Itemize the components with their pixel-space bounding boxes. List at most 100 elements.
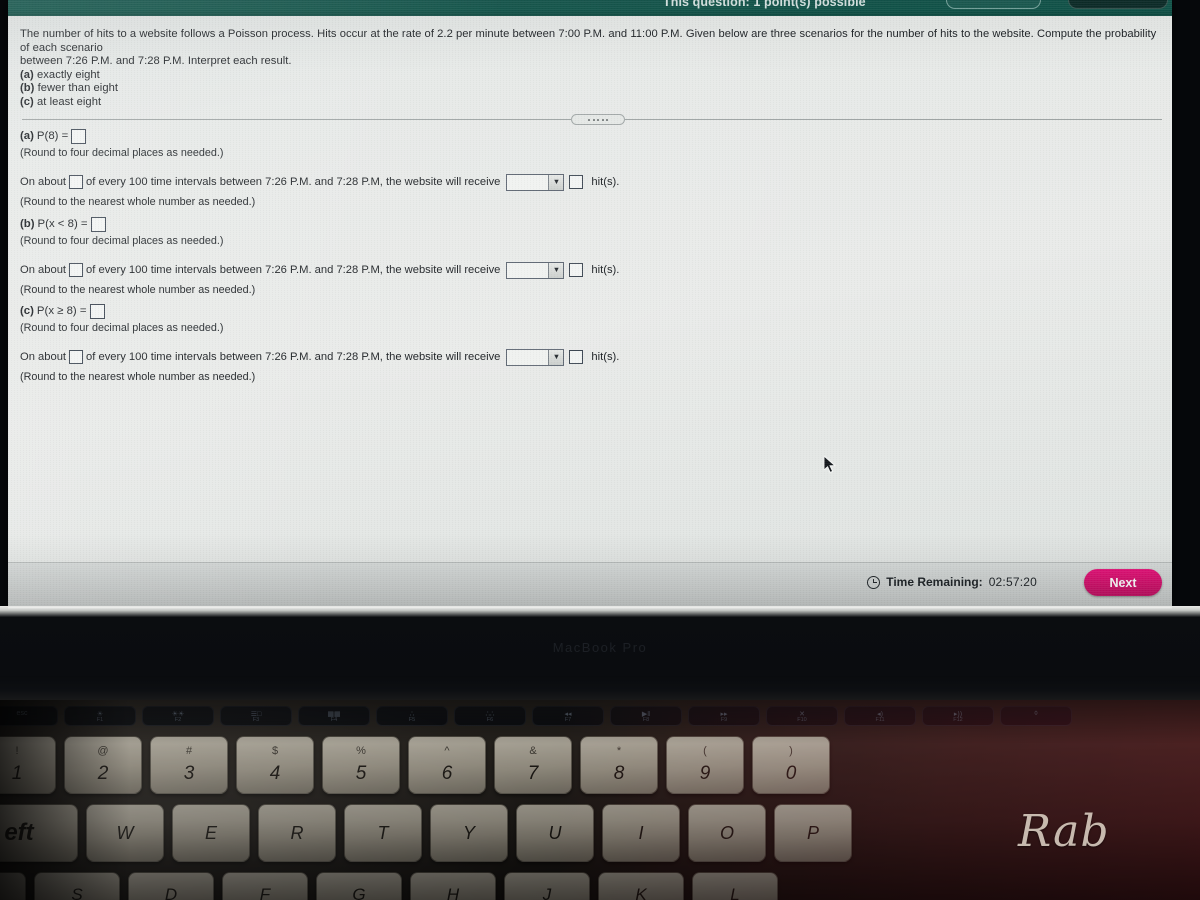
chevron-down-icon[interactable]: ▼ (548, 262, 564, 278)
scenario-c-label: (c) (20, 95, 34, 108)
key-6[interactable]: ^ 6 (408, 736, 486, 794)
key-⌽[interactable]: ⌽ (1000, 706, 1072, 726)
key-h[interactable]: H (410, 872, 496, 900)
key-1[interactable]: ! 1 (0, 736, 56, 794)
part-b-comparison-select[interactable]: ▼ (506, 261, 565, 279)
key-f9[interactable]: ▸▸ F9 (688, 706, 760, 726)
key-f[interactable]: F (222, 872, 308, 900)
app-header-bar: This question: 1 point(s) possible (8, 0, 1172, 16)
key-label: E (204, 822, 217, 843)
part-c-comparison-select[interactable]: ▼ (506, 348, 565, 366)
key-u[interactable]: U (516, 804, 594, 862)
key-k[interactable]: K (598, 872, 684, 900)
key-t[interactable]: T (344, 804, 422, 862)
key-f4[interactable]: ▦▦ F4 (298, 706, 370, 726)
part-c-sentence-start: On about (20, 351, 67, 363)
key-label: D (164, 885, 178, 900)
part-c-select-value (507, 349, 549, 365)
scenario-a: (a) exactly eight (20, 69, 1166, 83)
answer-block-a: (a) P(8) = (Round to four decimal places… (20, 128, 1166, 209)
key-f8[interactable]: ▶‖ F8 (610, 706, 682, 726)
key-f10[interactable]: ✕ F10 (766, 706, 838, 726)
chevron-down-icon[interactable]: ▼ (548, 349, 564, 365)
part-c-count-input[interactable] (69, 350, 84, 364)
key-0[interactable]: ) 0 (752, 736, 830, 794)
key-2[interactable]: @2 (64, 736, 142, 794)
key-label: G (352, 885, 366, 900)
key-label: 5 (355, 763, 367, 784)
key-f5[interactable]: ∴ F5 (376, 706, 448, 726)
key-j[interactable]: J (504, 872, 590, 900)
key-label: S (71, 885, 83, 900)
part-c-sentence-end: hit(s). (591, 351, 620, 363)
key-label: eft (4, 819, 34, 846)
header-button-primary[interactable] (946, 0, 1041, 9)
collapse-handle-icon[interactable] (571, 114, 625, 125)
part-b-sentence-end: hit(s). (591, 264, 620, 276)
key-f11[interactable]: ◂) F11 (844, 706, 916, 726)
function-key-row: esc ☀ F1 ☀☀ F2 ☰□ F3 ▦▦ F4 ∴ F5 ∴∴ F6 ◂◂ F7 ▶‖ F8 ▸▸ F9 ✕ F1… (0, 706, 1072, 726)
part-a-rounding-hint: (Round to four decimal places as needed.… (20, 146, 224, 159)
key-y[interactable]: Y (430, 804, 508, 862)
key-o[interactable]: O (688, 804, 766, 862)
laptop-screen: This question: 1 point(s) possible The n… (8, 0, 1172, 606)
part-a-comparison-select[interactable]: ▼ (506, 173, 565, 191)
question-line-1: The number of hits to a website follows … (20, 28, 1157, 54)
key-f12[interactable]: ▸)) F12 (922, 706, 994, 726)
key-eft[interactable]: eft (0, 804, 78, 862)
part-b-expression: P(x < 8) = (37, 218, 88, 230)
part-a-rounding-hint-2: (Round to the nearest whole number as ne… (20, 195, 256, 208)
key-a[interactable]: A (0, 872, 26, 900)
part-a-interpretation-row: On about of every 100 time intervals bet… (20, 172, 1166, 192)
key-5[interactable]: % 5 (322, 736, 400, 794)
key-7[interactable]: & 7 (494, 736, 572, 794)
key-label: 7 (527, 763, 539, 784)
part-b-count-input[interactable] (69, 263, 84, 277)
bezel-edge-highlight (8, 607, 1172, 611)
answer-block-c: (c) P(x ≥ 8) = (Round to four decimal pl… (20, 303, 1166, 384)
part-b-probability-input[interactable] (90, 216, 106, 232)
key-r[interactable]: R (258, 804, 336, 862)
part-a-label: (a) (20, 130, 34, 142)
part-a-expression: P(8) = (36, 130, 69, 142)
header-button-secondary[interactable] (1068, 0, 1168, 9)
key-label: J (542, 885, 552, 900)
part-b-hits-input[interactable] (569, 263, 584, 277)
key-8[interactable]: * 8 (580, 736, 658, 794)
key-f3[interactable]: ☰□ F3 (220, 706, 292, 726)
next-button[interactable]: Next (1084, 569, 1162, 596)
key-shift-glyph: ) (789, 745, 793, 757)
key-label: T (377, 822, 389, 843)
part-a-hits-input[interactable] (569, 175, 584, 189)
part-c-hits-input[interactable] (569, 350, 584, 364)
part-b-answer-row: (b) P(x < 8) = (20, 216, 1166, 232)
key-esc[interactable]: esc (0, 706, 58, 726)
part-a-count-input[interactable] (69, 175, 84, 189)
key-s[interactable]: S (34, 872, 120, 900)
key-3[interactable]: #3 (150, 736, 228, 794)
key-fn-label: F6 (486, 717, 494, 723)
key-fn-label: F5 (408, 717, 416, 723)
key-f2[interactable]: ☀☀ F2 (142, 706, 214, 726)
key-4[interactable]: $4 (236, 736, 314, 794)
part-a-probability-input[interactable] (71, 128, 87, 144)
key-9[interactable]: (9 (666, 736, 744, 794)
scenario-b-text: fewer than eight (37, 82, 119, 95)
chevron-down-icon[interactable]: ▼ (548, 174, 564, 190)
key-shift-glyph: * (616, 745, 622, 757)
part-a-sentence-mid: of every 100 time intervals between 7:26… (86, 176, 501, 188)
key-d[interactable]: D (128, 872, 214, 900)
key-l[interactable]: L (692, 872, 778, 900)
key-f6[interactable]: ∴∴ F6 (454, 706, 526, 726)
scenario-c-text: at least eight (37, 95, 102, 108)
key-f1[interactable]: ☀ F1 (64, 706, 136, 726)
part-c-probability-input[interactable] (89, 303, 105, 319)
key-shift-glyph: ( (703, 745, 707, 757)
key-p[interactable]: P (774, 804, 852, 862)
key-g[interactable]: G (316, 872, 402, 900)
mouse-cursor (824, 456, 836, 473)
key-w[interactable]: W (86, 804, 164, 862)
key-e[interactable]: E (172, 804, 250, 862)
key-i[interactable]: I (602, 804, 680, 862)
key-f7[interactable]: ◂◂ F7 (532, 706, 604, 726)
